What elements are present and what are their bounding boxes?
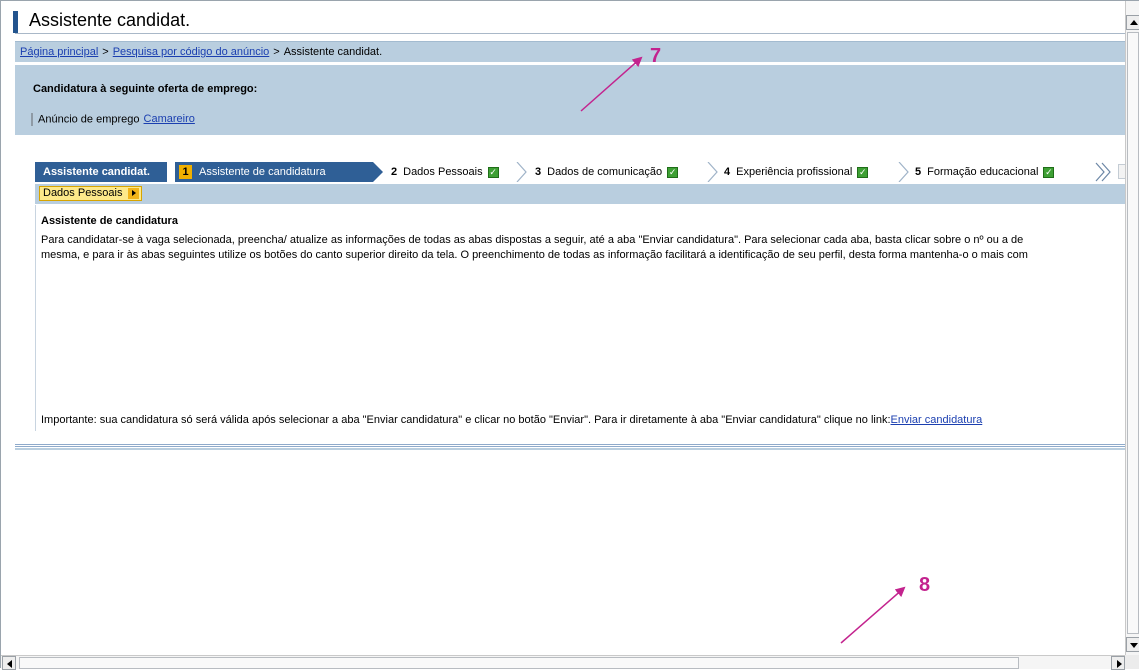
wizard-container: Assistente candidat. 1 Assistente de cand… xyxy=(15,137,1130,450)
horizontal-scrollbar[interactable] xyxy=(1,655,1125,670)
more-steps-icon[interactable] xyxy=(1095,162,1115,182)
step-number: 4 xyxy=(724,166,731,178)
step-number: 1 xyxy=(179,165,192,179)
arrow-up-icon xyxy=(1130,20,1138,25)
annotation-label-8: 8 xyxy=(919,574,931,596)
content-panel: Assistente de candidatura Para candidata… xyxy=(35,205,1130,431)
roadmap-step-2[interactable]: 2 Dados Pessoais ✓ xyxy=(391,162,517,182)
annotation-arrow-8 xyxy=(840,586,906,644)
subtab-row: Dados Pessoais xyxy=(35,184,1130,204)
vertical-scroll-thumb[interactable] xyxy=(1127,32,1139,634)
title-accent-bar xyxy=(13,11,18,33)
page-title: Assistente candidat. xyxy=(29,10,191,30)
job-ad-link[interactable]: Camareiro xyxy=(144,113,195,125)
instructions-line-2: mesma, e para ir às abas seguintes utili… xyxy=(41,249,1028,261)
step-label: Assistente de candidatura xyxy=(199,166,326,178)
send-application-link[interactable]: Enviar candidatura xyxy=(891,414,983,426)
footer-text: Importante: sua candidatura só será váli… xyxy=(41,414,891,426)
job-ad-label: Anúncio de emprego xyxy=(38,113,140,126)
subtab-dados-pessoais[interactable]: Dados Pessoais xyxy=(39,186,142,201)
breadcrumb-separator: > xyxy=(102,46,109,58)
breadcrumb-search-link[interactable]: Pesquisa por código do anúncio xyxy=(113,46,270,58)
arrow-right-icon xyxy=(1117,660,1122,668)
job-ad-row: Anúncio de emprego Camareiro xyxy=(31,113,195,126)
job-offer-header: Candidatura à seguinte oferta de emprego… xyxy=(15,65,1125,135)
horizontal-scroll-thumb[interactable] xyxy=(19,657,1019,669)
check-icon: ✓ xyxy=(1043,166,1055,178)
roadmap: Assistente candidat. 1 Assistente de cand… xyxy=(35,162,1130,182)
roadmap-title: Assistente candidat. xyxy=(35,162,167,182)
chevron-right-icon xyxy=(898,162,909,182)
roadmap-step-3[interactable]: 3 Dados de comunicação ✓ xyxy=(535,162,709,182)
roadmap-step-4[interactable]: 4 Experiência profissional ✓ xyxy=(724,162,910,182)
step-label: Experiência profissional xyxy=(736,166,853,178)
scroll-down-button[interactable] xyxy=(1126,637,1139,652)
job-offer-heading: Candidatura à seguinte oferta de emprego… xyxy=(33,83,258,95)
title-divider xyxy=(15,33,1125,34)
check-icon: ✓ xyxy=(667,166,679,178)
step-number: 3 xyxy=(535,166,542,178)
check-icon: ✓ xyxy=(487,166,499,178)
step-label: Dados de comunicação xyxy=(547,166,663,178)
vertical-scrollbar[interactable] xyxy=(1125,1,1139,655)
instructions-line-1: Para candidatar-se à vaga selecionada, p… xyxy=(41,234,1024,246)
chevron-right-icon xyxy=(707,162,718,182)
breadcrumb-separator: > xyxy=(273,46,280,58)
step-label: Formação educacional xyxy=(927,166,1039,178)
subtab-label: Dados Pessoais xyxy=(43,187,123,199)
chevron-right-icon xyxy=(516,162,527,182)
breadcrumb-current: Assistente candidat. xyxy=(283,46,383,58)
step-label: Dados Pessoais xyxy=(403,166,483,178)
arrow-left-icon xyxy=(7,660,12,668)
panel-instructions: Para candidatar-se à vaga selecionada, p… xyxy=(41,233,1131,263)
annotation-label-7: 7 xyxy=(650,45,662,67)
arrow-right-icon xyxy=(127,188,139,199)
breadcrumb-home-link[interactable]: Página principal xyxy=(20,46,98,58)
scroll-up-button[interactable] xyxy=(1126,15,1139,30)
check-icon: ✓ xyxy=(857,166,869,178)
breadcrumb: Página principal > Pesquisa por código do … xyxy=(15,41,1125,63)
chevron-right-icon xyxy=(373,162,383,182)
step-number: 2 xyxy=(391,166,398,178)
roadmap-step-5[interactable]: 5 Formação educacional ✓ xyxy=(915,162,1095,182)
panel-footer: Importante: sua candidatura só será váli… xyxy=(41,414,982,426)
panel-title: Assistente de candidatura xyxy=(41,215,178,227)
step-number: 5 xyxy=(915,166,922,178)
row-marker xyxy=(31,113,33,126)
app-window: Assistente candidat. Página principal > Pe… xyxy=(0,0,1139,670)
roadmap-step-1[interactable]: 1 Assistente de candidatura xyxy=(175,162,373,182)
scrollbar-corner xyxy=(1125,655,1139,669)
arrow-down-icon xyxy=(1130,643,1138,648)
